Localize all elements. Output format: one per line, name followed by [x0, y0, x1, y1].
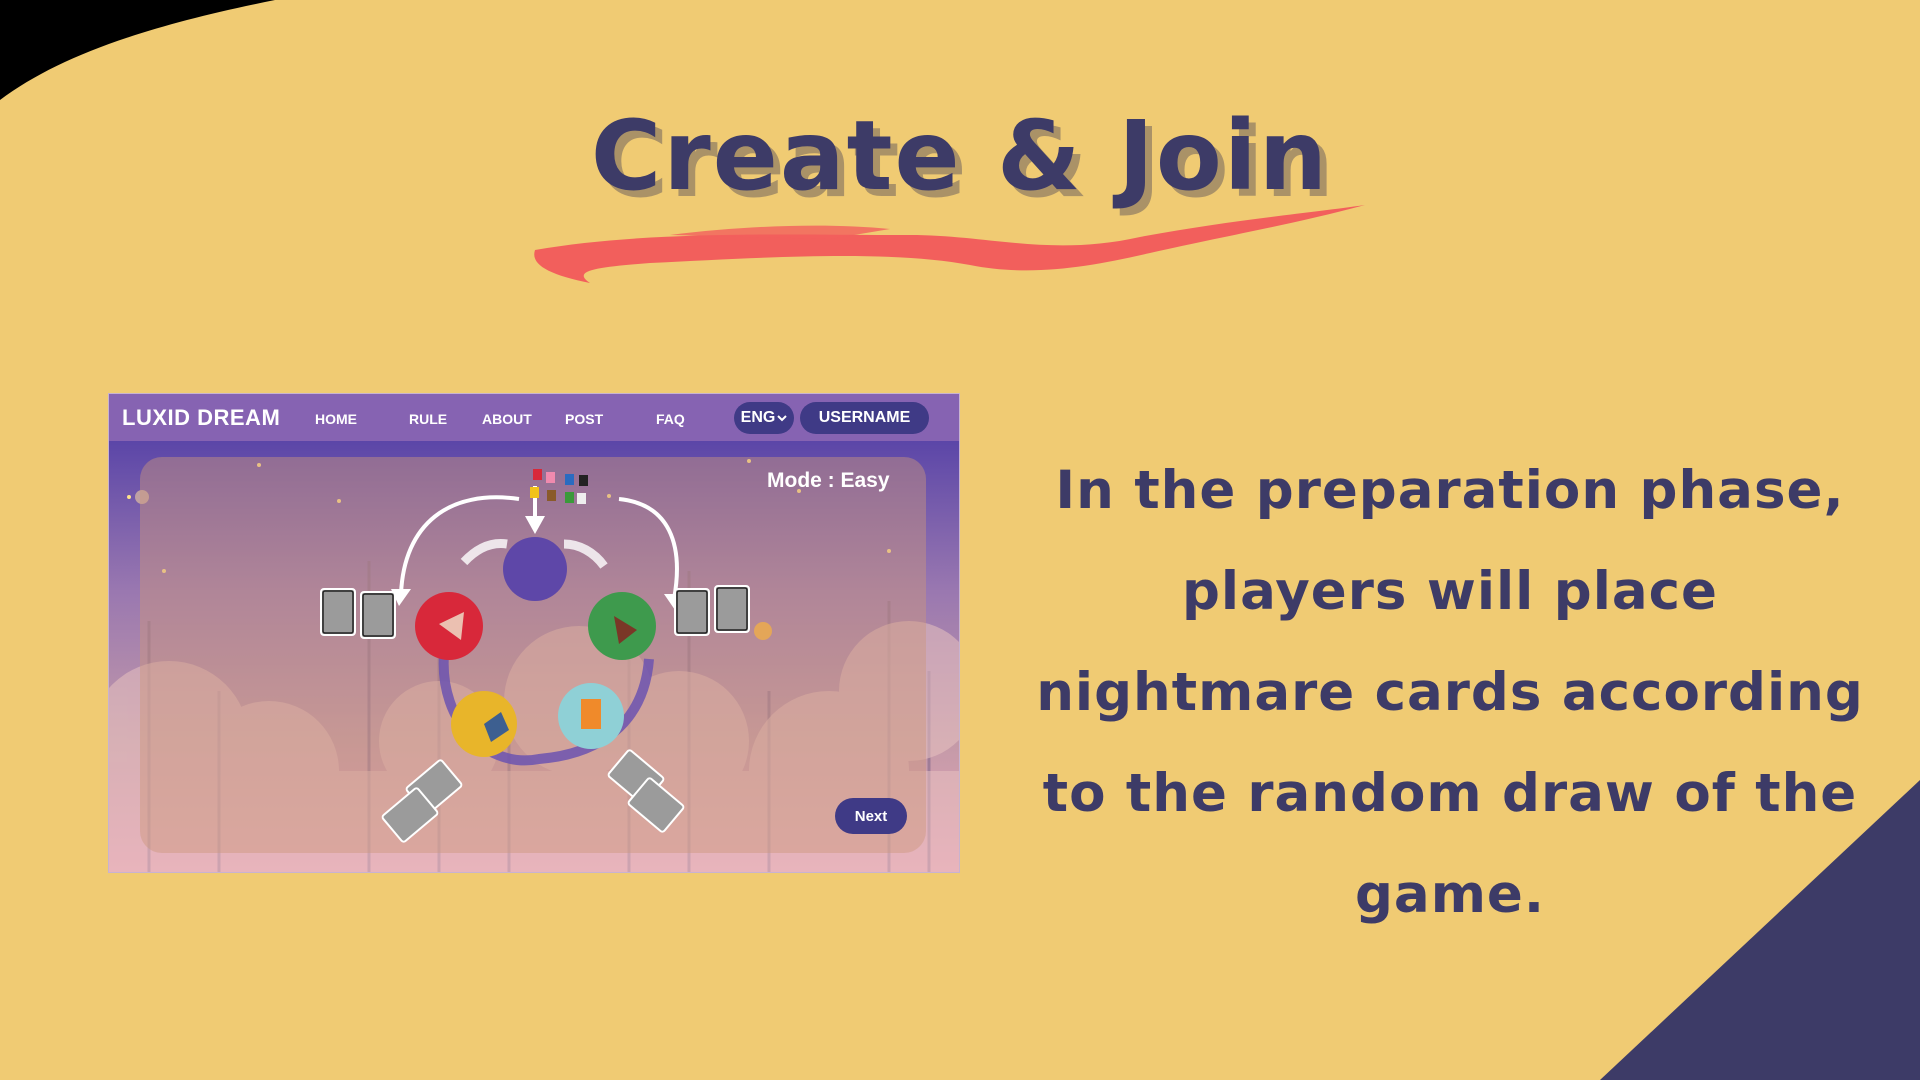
corner-decoration-top-left: [0, 0, 275, 100]
language-value: ENG: [740, 409, 776, 426]
nav-rule[interactable]: RULE: [409, 411, 447, 427]
next-button[interactable]: Next: [835, 798, 907, 834]
nav-faq[interactable]: FAQ: [656, 411, 685, 427]
nav-home[interactable]: HOME: [315, 411, 357, 427]
game-navbar: LUXID DREAM HOME RULE ABOUT POST FAQ ENG…: [109, 394, 959, 441]
title-underline-stroke: [534, 205, 1365, 283]
slide-description: In the preparation phase, players will p…: [1036, 460, 1864, 925]
username-button[interactable]: USERNAME: [800, 402, 929, 434]
nav-about[interactable]: ABOUT: [482, 411, 532, 427]
chevron-down-icon: [777, 415, 788, 422]
mode-label: Mode : Easy: [767, 469, 890, 492]
nav-post[interactable]: POST: [565, 411, 603, 427]
nightmare-card-board: [320, 469, 750, 843]
language-select[interactable]: ENG: [734, 402, 794, 434]
game-screenshot: LUXID DREAM HOME RULE ABOUT POST FAQ ENG…: [108, 393, 960, 873]
site-logo[interactable]: LUXID DREAM: [122, 405, 280, 431]
